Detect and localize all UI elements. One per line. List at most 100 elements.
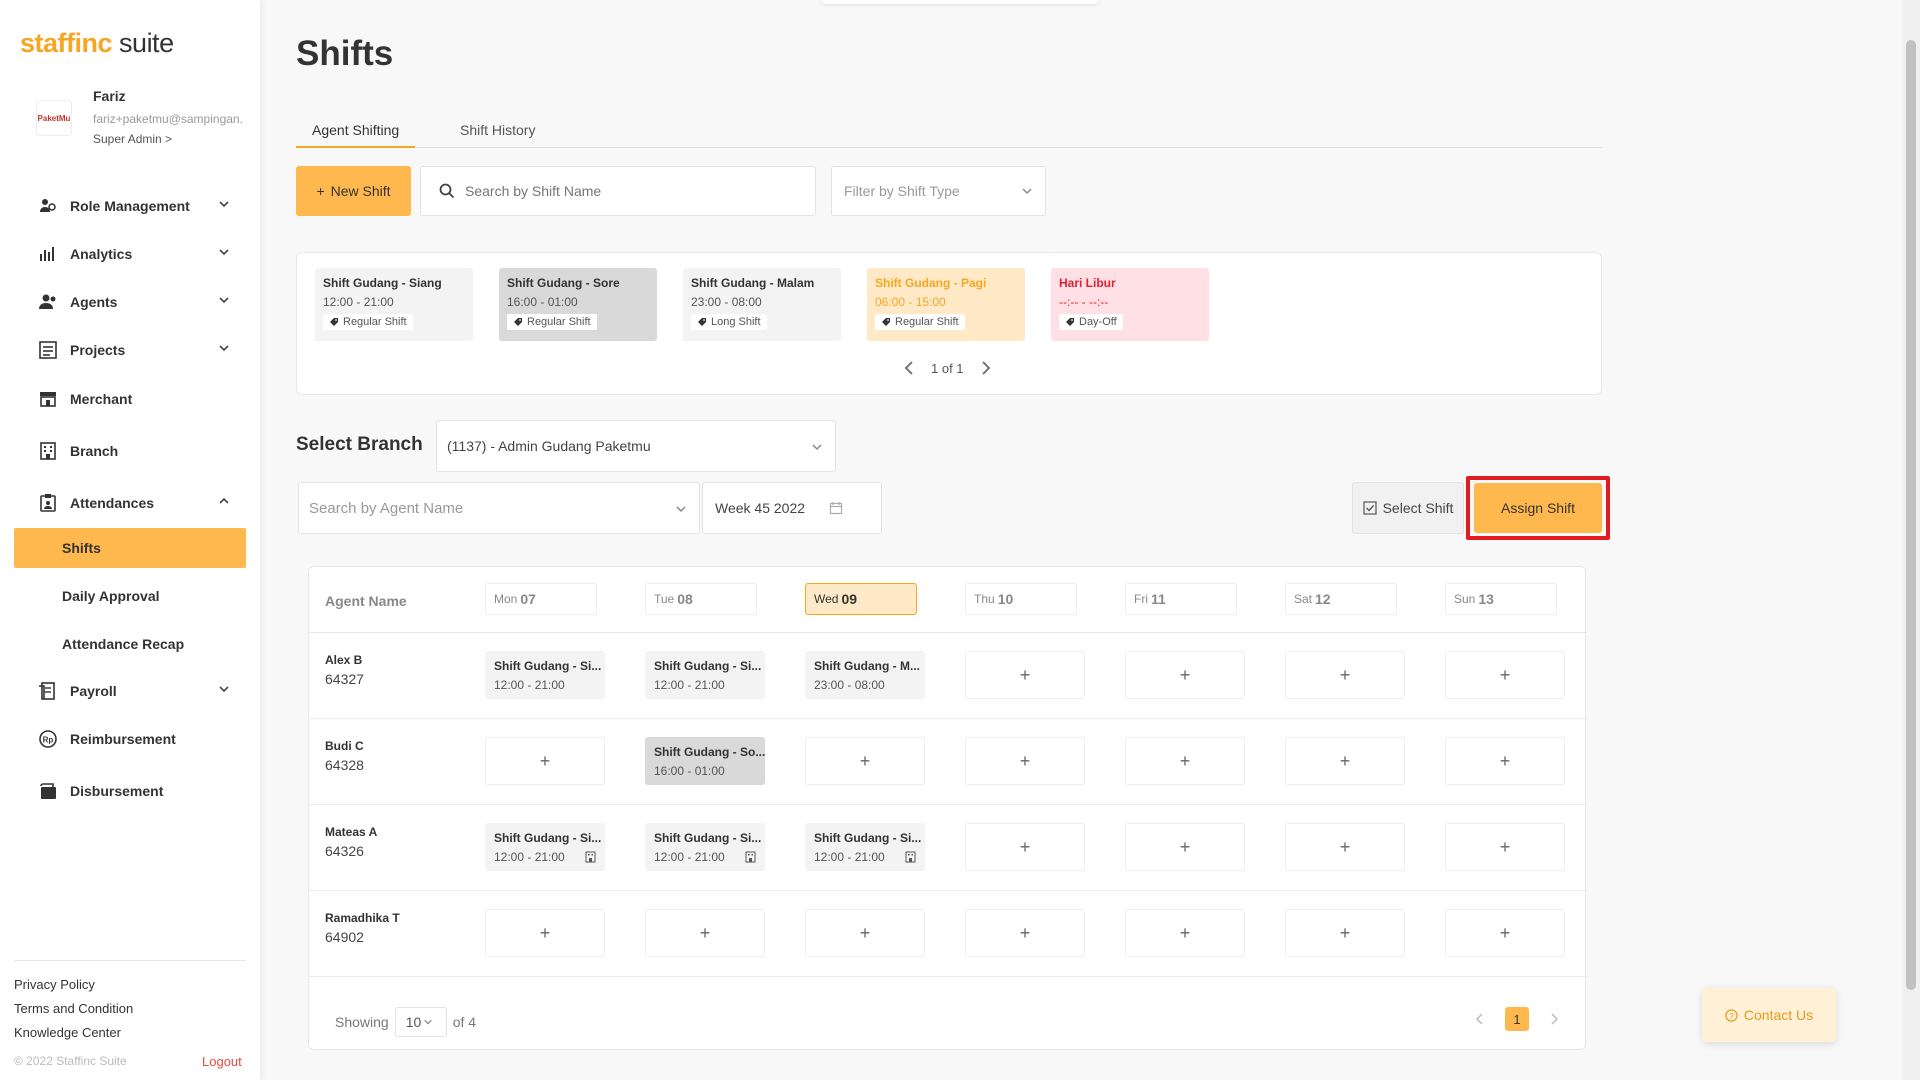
add-shift-cell[interactable]: +: [645, 909, 765, 957]
assign-shift-button[interactable]: Assign Shift: [1474, 483, 1602, 533]
chevron-right-icon[interactable]: [1549, 1012, 1559, 1026]
sidebar-item-projects[interactable]: Projects: [14, 330, 246, 370]
sidebar-subitem-shifts[interactable]: Shifts: [14, 528, 246, 568]
shift-cell[interactable]: Shift Gudang - Si... 12:00 - 21:00: [645, 823, 765, 871]
app-logo[interactable]: staffinc suite: [20, 28, 174, 59]
add-shift-cell[interactable]: +: [1125, 823, 1245, 871]
add-shift-cell[interactable]: +: [1285, 651, 1405, 699]
add-shift-cell[interactable]: +: [1125, 651, 1245, 699]
agent-name: Mateas A: [325, 825, 378, 839]
add-shift-cell[interactable]: +: [1445, 823, 1565, 871]
shift-type-card[interactable]: Hari Libur --:-- - --:-- Day-Off: [1051, 268, 1209, 341]
table-row: Alex B 64327 Shift Gudang - Si... 12:00 …: [309, 633, 1587, 719]
shift-type-card[interactable]: Shift Gudang - Malam 23:00 - 08:00 Long …: [683, 268, 841, 341]
sidebar-item-agents[interactable]: Agents: [14, 282, 246, 322]
shift-type-tag-label: Regular Shift: [527, 316, 591, 328]
plus-icon: +: [1179, 750, 1191, 771]
plus-icon: +: [699, 922, 711, 943]
shift-type-card[interactable]: Shift Gudang - Siang 12:00 - 21:00 Regul…: [315, 268, 473, 341]
add-shift-cell[interactable]: +: [1285, 823, 1405, 871]
shift-cell[interactable]: Shift Gudang - So... 16:00 - 01:00: [645, 737, 765, 785]
add-shift-cell[interactable]: +: [965, 737, 1085, 785]
user-role-link[interactable]: Super Admin >: [93, 132, 172, 146]
shift-cell[interactable]: Shift Gudang - Si... 12:00 - 21:00: [485, 823, 605, 871]
new-shift-button[interactable]: + New Shift: [296, 166, 411, 216]
shift-search[interactable]: [420, 166, 816, 216]
add-shift-cell[interactable]: +: [1285, 909, 1405, 957]
shift-cell[interactable]: Shift Gudang - Si... 12:00 - 21:00: [805, 823, 925, 871]
shift-pager-text: 1 of 1: [931, 360, 964, 376]
per-page-select[interactable]: 10: [394, 1007, 447, 1037]
add-shift-cell[interactable]: +: [805, 737, 925, 785]
week-picker[interactable]: Week 45 2022: [702, 482, 882, 534]
contact-us-button[interactable]: ? Contact Us: [1702, 988, 1836, 1042]
shift-type-tag: Day-Off: [1059, 314, 1123, 330]
tab-shift-history[interactable]: Shift History: [444, 122, 551, 146]
add-shift-cell[interactable]: +: [1125, 737, 1245, 785]
add-shift-cell[interactable]: +: [1445, 737, 1565, 785]
add-shift-cell[interactable]: +: [965, 651, 1085, 699]
add-shift-cell[interactable]: +: [1445, 651, 1565, 699]
current-page[interactable]: 1: [1505, 1007, 1529, 1031]
chevron-down-icon: [219, 686, 229, 693]
agent-search-select[interactable]: Search by Agent Name: [298, 482, 700, 534]
add-shift-cell[interactable]: +: [805, 909, 925, 957]
search-icon: [439, 183, 455, 199]
sidebar-subitem-attendance-recap[interactable]: Attendance Recap: [14, 624, 246, 664]
sidebar-item-payroll[interactable]: Payroll: [14, 671, 246, 711]
sidebar-item-attendances[interactable]: Attendances: [14, 483, 246, 523]
sidebar-item-disbursement[interactable]: Disbursement: [14, 771, 246, 811]
sidebar-item-merchant[interactable]: Merchant: [14, 379, 246, 419]
merchant-icon: [38, 389, 58, 409]
shift-cell[interactable]: Shift Gudang - Si... 12:00 - 21:00: [645, 651, 765, 699]
sidebar-item-label: Merchant: [70, 391, 133, 407]
sidebar-item-branch[interactable]: Branch: [14, 431, 246, 471]
day-of-week: Fri: [1134, 592, 1148, 606]
agent-name: Budi C: [325, 739, 364, 753]
shift-type-name: Shift Gudang - Siang: [323, 276, 442, 290]
shift-search-input[interactable]: [465, 183, 795, 199]
add-shift-cell[interactable]: +: [485, 909, 605, 957]
page-scrollbar[interactable]: [1902, 0, 1920, 1080]
shift-type-filter-placeholder: Filter by Shift Type: [844, 183, 960, 199]
page-title: Shifts: [296, 34, 394, 73]
day-of-week: Sat: [1294, 592, 1313, 606]
privacy-policy-link[interactable]: Privacy Policy: [14, 977, 246, 992]
tab-agent-shifting[interactable]: Agent Shifting: [296, 122, 416, 148]
day-of-week: Sun: [1454, 592, 1476, 606]
branch-select[interactable]: (1137) - Admin Gudang Paketmu: [436, 420, 836, 472]
knowledge-center-link[interactable]: Knowledge Center: [14, 1025, 246, 1040]
shift-cell-title: Shift Gudang - Si...: [494, 659, 602, 673]
select-shift-button[interactable]: Select Shift: [1352, 482, 1464, 534]
shift-cell[interactable]: Shift Gudang - Si... 12:00 - 21:00: [485, 651, 605, 699]
add-shift-cell[interactable]: +: [965, 909, 1085, 957]
sidebar-subitem-daily-approval[interactable]: Daily Approval: [14, 576, 246, 616]
week-value: Week 45 2022: [715, 500, 806, 516]
plus-icon: +: [1499, 836, 1511, 857]
add-shift-cell[interactable]: +: [1125, 909, 1245, 957]
logout-button[interactable]: Logout: [202, 1054, 242, 1069]
chevron-right-icon[interactable]: [980, 360, 992, 376]
shift-cell-time: 16:00 - 01:00: [654, 764, 725, 778]
chevron-left-icon[interactable]: [1475, 1012, 1485, 1026]
checkbox-icon: [1362, 501, 1377, 515]
sidebar-item-role-management[interactable]: Role Management: [14, 186, 246, 226]
shift-cell[interactable]: Shift Gudang - M... 23:00 - 08:00: [805, 651, 925, 699]
shift-type-card[interactable]: Shift Gudang - Sore 16:00 - 01:00 Regula…: [499, 268, 657, 341]
terms-link[interactable]: Terms and Condition: [14, 1001, 246, 1016]
chevron-left-icon[interactable]: [903, 360, 915, 376]
sidebar-item-analytics[interactable]: Analytics: [14, 234, 246, 274]
shift-type-card[interactable]: Shift Gudang - Pagi 06:00 - 15:00 Regula…: [867, 268, 1025, 341]
sidebar-item-reimbursement[interactable]: Rp Reimbursement: [14, 719, 246, 759]
plus-icon: +: [1499, 664, 1511, 685]
add-shift-cell[interactable]: +: [1445, 909, 1565, 957]
add-shift-cell[interactable]: +: [965, 823, 1085, 871]
day-date: 10: [997, 591, 1014, 607]
agent-name: Alex B: [325, 653, 363, 667]
add-shift-cell[interactable]: +: [1285, 737, 1405, 785]
scrollbar-thumb[interactable]: [1906, 40, 1916, 990]
shift-type-filter[interactable]: Filter by Shift Type: [831, 166, 1046, 216]
shift-type-time: 16:00 - 01:00: [507, 295, 578, 309]
agent-search-placeholder: Search by Agent Name: [309, 499, 464, 517]
add-shift-cell[interactable]: +: [485, 737, 605, 785]
